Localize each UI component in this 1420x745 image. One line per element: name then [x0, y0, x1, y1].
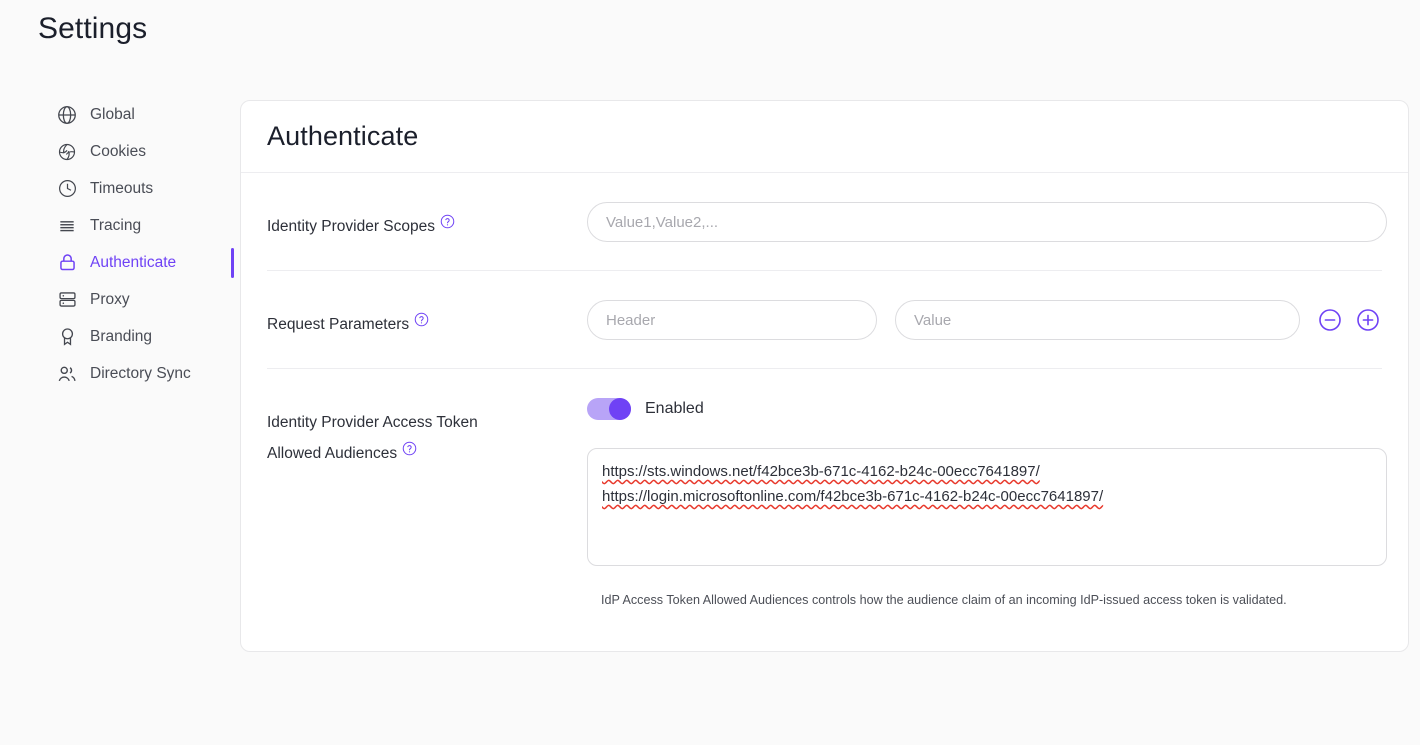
help-circle-icon[interactable] [414, 312, 429, 327]
panel-title: Authenticate [267, 121, 418, 152]
plus-circle-icon[interactable] [1356, 308, 1380, 332]
sidebar-item-authenticate[interactable]: Authenticate [40, 244, 218, 281]
row-request-parameters: Request Parameters [267, 271, 1382, 369]
toggle-knob [609, 398, 631, 420]
request-parameters-label: Request Parameters [267, 316, 409, 333]
panel-body: Identity Provider Scopes Request Parame [241, 173, 1408, 607]
sidebar-item-cookies[interactable]: Cookies [40, 133, 218, 170]
sidebar-item-label: Directory Sync [90, 366, 191, 382]
minus-circle-icon[interactable] [1318, 308, 1342, 332]
people-icon [56, 363, 78, 385]
allowed-audiences-label-line1: Identity Provider Access Token [267, 407, 587, 438]
allowed-audiences-helper-text: IdP Access Token Allowed Audiences contr… [601, 593, 1287, 607]
allowed-audiences-toggle[interactable] [587, 398, 631, 420]
clock-icon [56, 178, 78, 200]
audience-entry: https://login.microsoftonline.com/f42bce… [602, 488, 1103, 505]
sidebar-item-global[interactable]: Global [40, 96, 218, 133]
page-title: Settings [38, 8, 147, 50]
allowed-audiences-toggle-group: Enabled [587, 398, 704, 420]
authenticate-panel: Authenticate Identity Provider Scopes [240, 100, 1409, 652]
cookie-icon [56, 141, 78, 163]
settings-page: Settings Global [0, 0, 1420, 745]
allowed-audiences-label-line2-wrap: Allowed Audiences [267, 438, 587, 469]
help-circle-icon[interactable] [440, 214, 455, 229]
scopes-label: Identity Provider Scopes [267, 218, 435, 235]
identity-provider-scopes-input[interactable] [587, 202, 1387, 242]
active-item-indicator [231, 248, 234, 278]
sidebar-item-label: Authenticate [90, 255, 176, 271]
sidebar-item-tracing[interactable]: Tracing [40, 207, 218, 244]
allowed-audiences-label-group: Identity Provider Access Token Allowed A… [267, 398, 587, 469]
sidebar-item-label: Global [90, 107, 135, 123]
scopes-controls [587, 202, 1387, 242]
request-parameters-controls [587, 300, 1382, 340]
badge-icon [56, 326, 78, 348]
sidebar-item-label: Timeouts [90, 181, 153, 197]
request-parameter-header-input[interactable] [587, 300, 877, 340]
globe-icon [56, 104, 78, 126]
audience-entry: https://sts.windows.net/f42bce3b-671c-41… [602, 463, 1040, 480]
request-parameter-value-input[interactable] [895, 300, 1300, 340]
request-parameters-label-group: Request Parameters [267, 300, 587, 340]
sidebar-item-proxy[interactable]: Proxy [40, 281, 218, 318]
allowed-audiences-textarea[interactable]: https://sts.windows.net/f42bce3b-671c-41… [587, 448, 1387, 566]
panel-header: Authenticate [241, 101, 1408, 173]
toggle-state-label: Enabled [645, 400, 704, 418]
sidebar-item-directory-sync[interactable]: Directory Sync [40, 355, 218, 392]
sidebar-item-label: Cookies [90, 144, 146, 160]
sidebar-item-timeouts[interactable]: Timeouts [40, 170, 218, 207]
scopes-label-group: Identity Provider Scopes [267, 202, 587, 242]
sidebar-item-label: Tracing [90, 218, 141, 234]
row-allowed-audiences: Identity Provider Access Token Allowed A… [267, 369, 1382, 607]
sidebar-item-label: Branding [90, 329, 152, 345]
settings-sidebar: Global Cookies Timeouts [40, 96, 218, 392]
server-icon [56, 289, 78, 311]
sidebar-item-branding[interactable]: Branding [40, 318, 218, 355]
allowed-audiences-label-line2: Allowed Audiences [267, 445, 397, 462]
allowed-audiences-controls: Enabled https://sts.windows.net/f42bce3b… [587, 398, 1387, 607]
sidebar-item-label: Proxy [90, 292, 130, 308]
lock-icon [56, 252, 78, 274]
row-identity-provider-scopes: Identity Provider Scopes [267, 173, 1382, 271]
tracing-lines-icon [56, 215, 78, 237]
help-circle-icon[interactable] [402, 441, 417, 456]
